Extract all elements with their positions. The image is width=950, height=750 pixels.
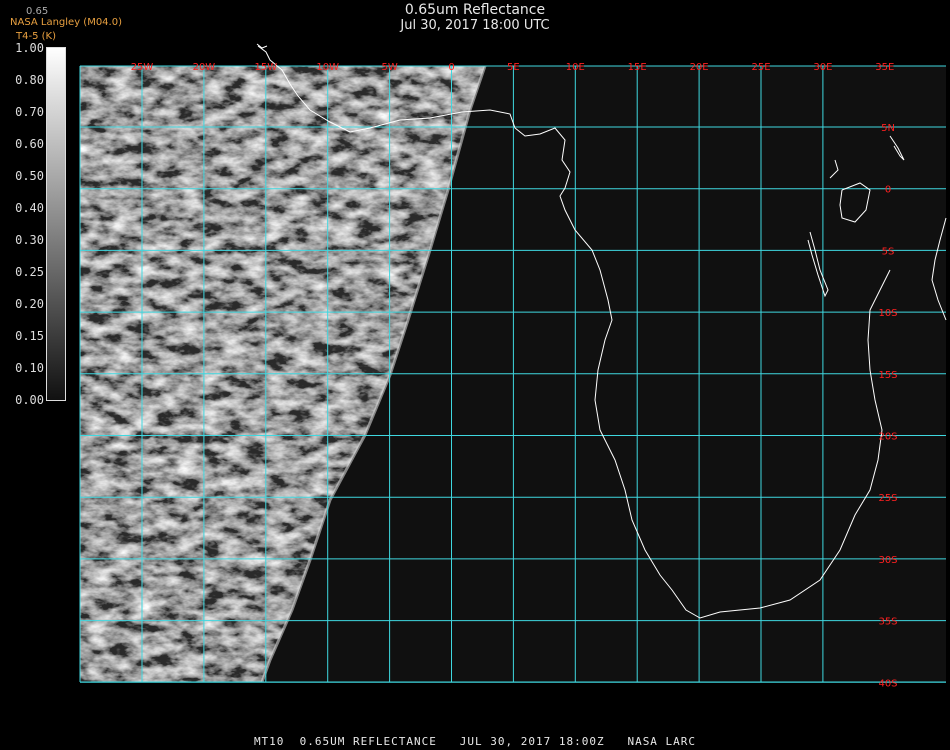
longitude-label: 5W	[381, 62, 397, 73]
longitude-label: 0	[448, 62, 454, 73]
latitude-label: 25S	[878, 493, 897, 504]
longitude-label: 10E	[566, 62, 585, 73]
longitude-label: 10W	[316, 62, 339, 73]
latitude-label: 30S	[878, 555, 897, 566]
latitude-label: 40S	[878, 678, 897, 689]
longitude-label: 20E	[690, 62, 709, 73]
footer-caption: MT10 0.65UM REFLECTANCE JUL 30, 2017 18:…	[253, 735, 697, 748]
latitude-label: 5N	[881, 123, 895, 134]
latitude-label: 0	[885, 185, 891, 196]
latitude-label: 15S	[878, 370, 897, 381]
longitude-label: 15E	[628, 62, 647, 73]
satellite-map: 25W 20W 15W 10W 5W 0 5E 10E 15E 20E 25E 30E 35E 5N 0 5S…	[79, 43, 947, 689]
longitude-label: 35E	[875, 62, 894, 73]
longitude-label: 30E	[813, 62, 832, 73]
latitude-label: 35S	[878, 617, 897, 628]
longitude-label: 25W	[131, 62, 154, 73]
latitude-label: 5S	[882, 246, 895, 257]
longitude-label: 5E	[507, 62, 520, 73]
latitude-label: 10S	[878, 308, 897, 319]
longitude-label: 15W	[254, 62, 277, 73]
longitude-label: 25E	[751, 62, 770, 73]
longitude-label: 20W	[193, 62, 216, 73]
latitude-label: 20S	[878, 432, 897, 443]
